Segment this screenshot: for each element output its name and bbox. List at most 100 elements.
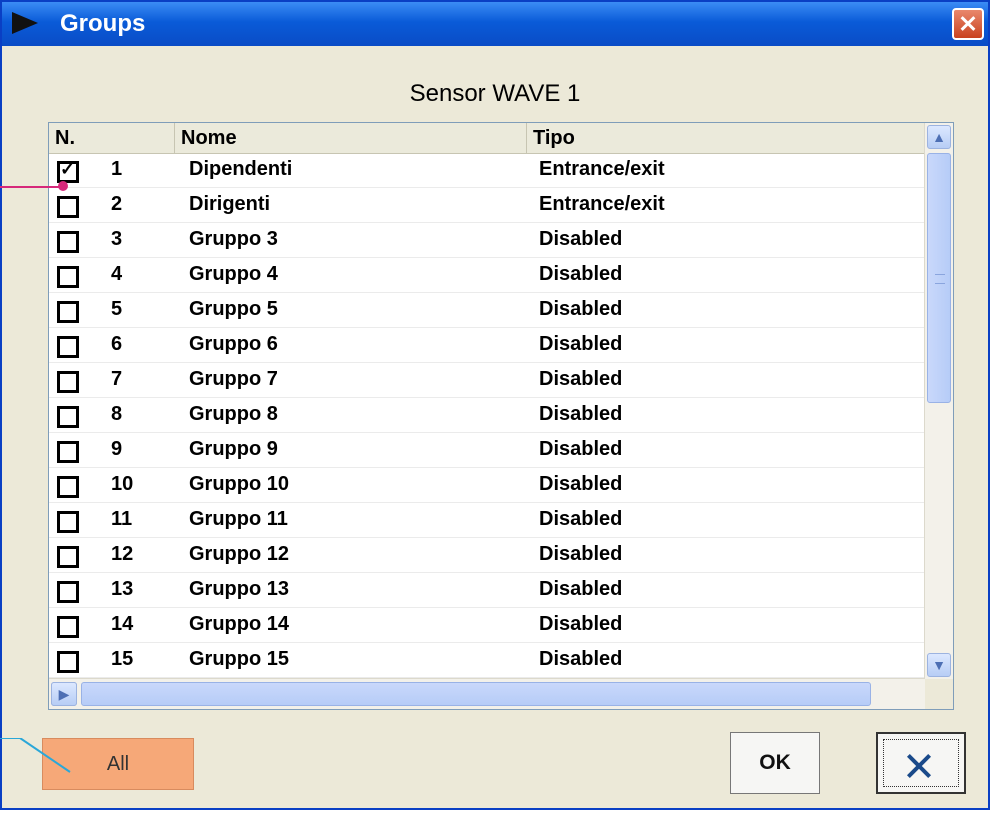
- title-bar[interactable]: Groups: [2, 2, 988, 46]
- row-checkbox[interactable]: [57, 581, 79, 603]
- row-type: Disabled: [539, 228, 623, 250]
- row-type: Disabled: [539, 543, 623, 565]
- row-name: Gruppo 11: [189, 508, 288, 530]
- play-arrow-icon: [12, 12, 38, 34]
- row-name: Gruppo 12: [189, 543, 290, 565]
- callout-dot: [58, 181, 68, 191]
- table-row[interactable]: 11 Gruppo 11 Disabled: [49, 503, 925, 538]
- row-number: 2: [111, 193, 123, 215]
- row-checkbox[interactable]: [57, 266, 79, 288]
- table-row[interactable]: 9 Gruppo 9 Disabled: [49, 433, 925, 468]
- row-number: 12: [111, 543, 134, 565]
- table-row[interactable]: 6 Gruppo 6 Disabled: [49, 328, 925, 363]
- row-number: 14: [111, 613, 134, 635]
- row-name: Gruppo 5: [189, 298, 278, 320]
- table-row[interactable]: 14 Gruppo 14 Disabled: [49, 608, 925, 643]
- row-checkbox[interactable]: [57, 476, 79, 498]
- row-checkbox[interactable]: [57, 231, 79, 253]
- row-name: Gruppo 9: [189, 438, 278, 460]
- scroll-up-button[interactable]: ▲: [927, 125, 951, 149]
- row-number: 10: [111, 473, 134, 495]
- row-type: Entrance/exit: [539, 193, 665, 215]
- row-number: 3: [111, 228, 123, 250]
- row-type: Entrance/exit: [539, 158, 665, 180]
- list-header: N. Nome Tipo: [49, 123, 925, 154]
- row-checkbox[interactable]: [57, 196, 79, 218]
- row-type: Disabled: [539, 613, 623, 635]
- callout-line-checkbox: [0, 186, 60, 188]
- row-number: 7: [111, 368, 123, 390]
- table-row[interactable]: 4 Gruppo 4 Disabled: [49, 258, 925, 293]
- row-number: 13: [111, 578, 134, 600]
- row-name: Gruppo 7: [189, 368, 278, 390]
- row-checkbox[interactable]: [57, 546, 79, 568]
- row-name: Dirigenti: [189, 193, 271, 215]
- horizontal-scrollbar[interactable]: ◀ ▶: [49, 678, 925, 709]
- row-number: 1: [111, 158, 123, 180]
- row-name: Gruppo 14: [189, 613, 290, 635]
- row-checkbox[interactable]: [57, 651, 79, 673]
- row-name: Gruppo 6: [189, 333, 278, 355]
- table-row[interactable]: 10 Gruppo 10 Disabled: [49, 468, 925, 503]
- row-number: 4: [111, 263, 123, 285]
- row-type: Disabled: [539, 368, 623, 390]
- table-row[interactable]: 7 Gruppo 7 Disabled: [49, 363, 925, 398]
- window-title: Groups: [60, 10, 146, 37]
- table-row[interactable]: 3 Gruppo 3 Disabled: [49, 223, 925, 258]
- groups-dialog: Groups Sensor WAVE 1 N. Nome Tipo 1 Dipen…: [0, 0, 990, 810]
- close-button[interactable]: [952, 8, 984, 40]
- row-number: 9: [111, 438, 123, 460]
- row-name: Gruppo 3: [189, 228, 278, 250]
- row-type: Disabled: [539, 438, 623, 460]
- row-checkbox[interactable]: [57, 336, 79, 358]
- column-header-n[interactable]: N.: [49, 123, 175, 153]
- table-row[interactable]: 15 Gruppo 15 Disabled: [49, 643, 925, 678]
- row-checkbox[interactable]: [57, 159, 79, 183]
- table-row[interactable]: 12 Gruppo 12 Disabled: [49, 538, 925, 573]
- ok-button[interactable]: OK: [730, 732, 820, 794]
- table-row[interactable]: 8 Gruppo 8 Disabled: [49, 398, 925, 433]
- row-type: Disabled: [539, 508, 623, 530]
- cancel-button[interactable]: [876, 732, 966, 794]
- row-checkbox[interactable]: [57, 301, 79, 323]
- row-number: 8: [111, 403, 123, 425]
- row-checkbox[interactable]: [57, 371, 79, 393]
- column-header-tipo[interactable]: Tipo: [527, 123, 925, 153]
- groups-list: N. Nome Tipo 1 Dipendenti Entrance/exit 2 Di…: [48, 122, 954, 710]
- row-type: Disabled: [539, 473, 623, 495]
- row-name: Gruppo 10: [189, 473, 290, 495]
- row-checkbox[interactable]: [57, 406, 79, 428]
- row-number: 15: [111, 648, 134, 670]
- row-type: Disabled: [539, 333, 623, 355]
- row-type: Disabled: [539, 403, 623, 425]
- x-icon: [883, 739, 959, 787]
- scroll-right-button[interactable]: ▶: [51, 682, 77, 706]
- row-number: 6: [111, 333, 123, 355]
- row-checkbox[interactable]: [57, 616, 79, 638]
- scrollbar-corner: [925, 679, 953, 709]
- row-number: 11: [111, 508, 133, 530]
- row-name: Gruppo 4: [189, 263, 278, 285]
- row-type: Disabled: [539, 648, 623, 670]
- vertical-scrollbar[interactable]: ▲ ▼: [924, 123, 953, 679]
- row-name: Gruppo 13: [189, 578, 290, 600]
- callout-line-all: [0, 738, 71, 773]
- table-row[interactable]: 2 Dirigenti Entrance/exit: [49, 188, 925, 223]
- row-checkbox[interactable]: [57, 441, 79, 463]
- table-row[interactable]: 1 Dipendenti Entrance/exit: [49, 153, 925, 188]
- row-name: Dipendenti: [189, 158, 293, 180]
- row-type: Disabled: [539, 578, 623, 600]
- vertical-scroll-thumb[interactable]: [927, 153, 951, 403]
- row-checkbox[interactable]: [57, 511, 79, 533]
- row-number: 5: [111, 298, 123, 320]
- horizontal-scroll-thumb[interactable]: [81, 682, 871, 706]
- grip-icon: [935, 274, 945, 284]
- scroll-down-button[interactable]: ▼: [927, 653, 951, 677]
- table-row[interactable]: 13 Gruppo 13 Disabled: [49, 573, 925, 608]
- sensor-title: Sensor WAVE 1: [409, 80, 581, 107]
- row-name: Gruppo 8: [189, 403, 278, 425]
- row-name: Gruppo 15: [189, 648, 290, 670]
- column-header-nome[interactable]: Nome: [175, 123, 527, 153]
- list-rows: 1 Dipendenti Entrance/exit 2 Dirigenti Entran…: [49, 153, 925, 679]
- table-row[interactable]: 5 Gruppo 5 Disabled: [49, 293, 925, 328]
